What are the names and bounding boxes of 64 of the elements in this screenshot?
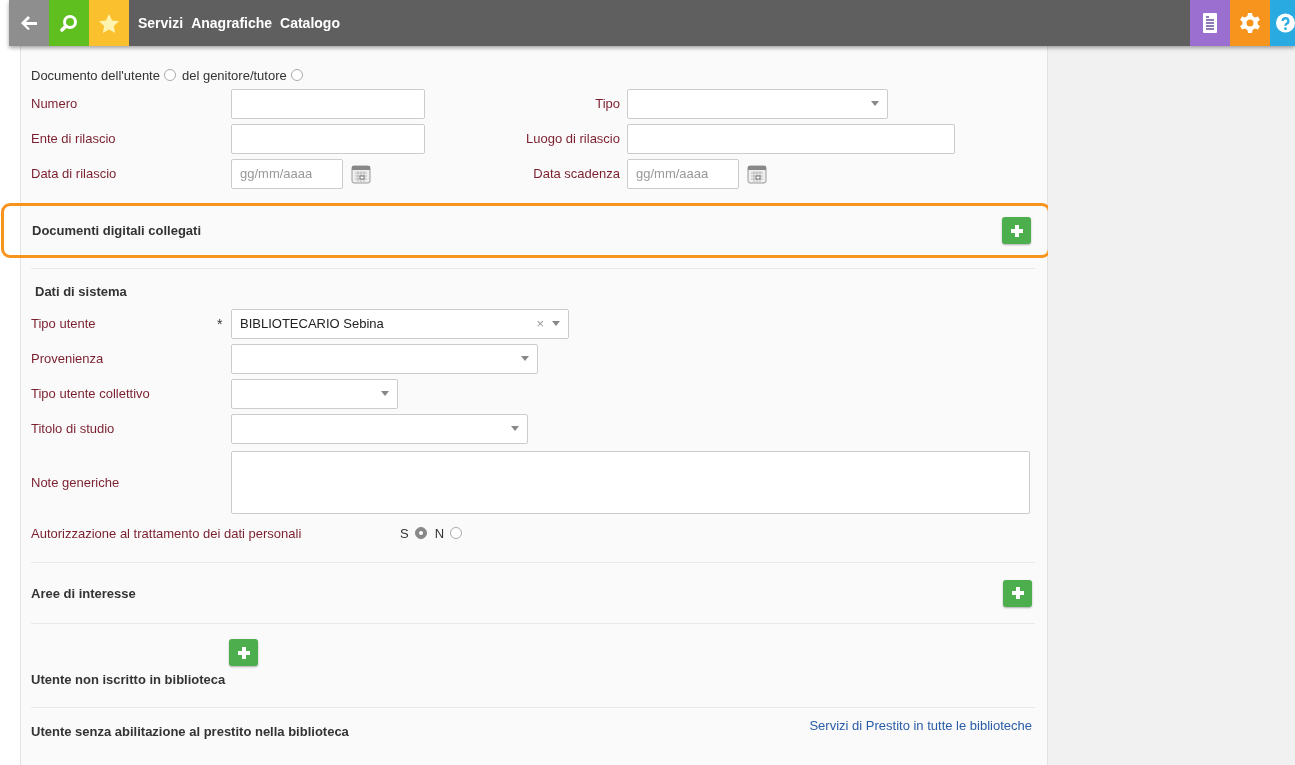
lending-services-link[interactable]: Servizi di Prestito in tutte le biblioteche (809, 717, 1032, 733)
section-title: Utente senza abilitazione al prestito nella biblioteca (31, 723, 350, 739)
radio-button[interactable] (163, 69, 176, 81)
plus-icon (1009, 223, 1024, 238)
favorites-button[interactable] (89, 0, 129, 46)
help-button[interactable] (1270, 0, 1295, 46)
search-icon (60, 14, 78, 32)
field-label: Ente di rilascio (31, 131, 117, 146)
radio-button[interactable] (290, 69, 303, 81)
section-title: Aree di interesse (31, 585, 137, 601)
option-label: N (434, 525, 445, 541)
required-mark: * (217, 315, 223, 332)
star-icon (99, 13, 119, 33)
plus-icon (1010, 586, 1025, 600)
section-title: Dati di sistema (35, 283, 127, 299)
calendar-icon (747, 163, 767, 184)
field-label: Data di rilascio (31, 166, 118, 181)
caret-icon (511, 426, 519, 431)
text-field[interactable] (627, 123, 955, 154)
caret-icon (552, 321, 560, 326)
text-field[interactable] (231, 88, 425, 119)
dropdown-field[interactable] (231, 413, 528, 444)
document-button[interactable] (1190, 0, 1230, 46)
menu-item[interactable]: Anagrafiche (191, 15, 273, 31)
field-label: Data scadenza (532, 166, 621, 181)
settings-icon (1240, 13, 1260, 33)
caret-icon (521, 356, 529, 361)
field-label: Numero (31, 96, 79, 111)
settings-button[interactable] (1230, 0, 1270, 46)
document-icon (1203, 13, 1217, 33)
dropdown-field[interactable] (231, 343, 538, 374)
dropdown-field[interactable] (231, 378, 398, 409)
field-label: Tipo utente collettivo (31, 386, 151, 401)
field-label: Autorizzazione al trattamento dei dati personali (31, 525, 303, 541)
field-label: Tipo (594, 96, 621, 111)
text-field[interactable] (231, 123, 425, 154)
back-button[interactable] (9, 0, 49, 46)
option-label: Documento dell'utente (31, 67, 160, 83)
section-title: Utente non iscritto in biblioteca (31, 672, 226, 689)
option-label: S (400, 525, 409, 541)
field-label: Note generiche (31, 474, 121, 490)
back-icon (21, 16, 37, 30)
notes-field[interactable] (231, 450, 1030, 514)
menu-item[interactable]: Catalogo (280, 15, 340, 31)
radio-button[interactable] (414, 527, 427, 539)
field-label: Tipo utente (31, 316, 97, 331)
field-label: Provenienza (31, 351, 105, 366)
field-label: Luogo di rilascio (525, 131, 621, 146)
dropdown-field[interactable] (627, 88, 888, 119)
section-title: Documenti digitali collegati (32, 223, 203, 238)
plus-icon (236, 645, 251, 660)
field-label: Titolo di studio (31, 421, 116, 436)
menu-item[interactable]: Servizi (138, 15, 184, 31)
caret-icon (381, 391, 389, 396)
add-button[interactable] (229, 639, 259, 666)
radio-button[interactable] (450, 527, 463, 539)
dropdown-field[interactable]: BIBLIOTECARIO Sebina × (231, 308, 569, 339)
option-label: del genitore/tutore (181, 67, 287, 83)
calendar-icon (351, 163, 371, 184)
add-button[interactable] (1002, 217, 1031, 244)
caret-icon (871, 101, 879, 106)
add-button[interactable] (1003, 579, 1032, 607)
help-icon (1276, 13, 1295, 33)
search-button[interactable] (49, 0, 89, 46)
